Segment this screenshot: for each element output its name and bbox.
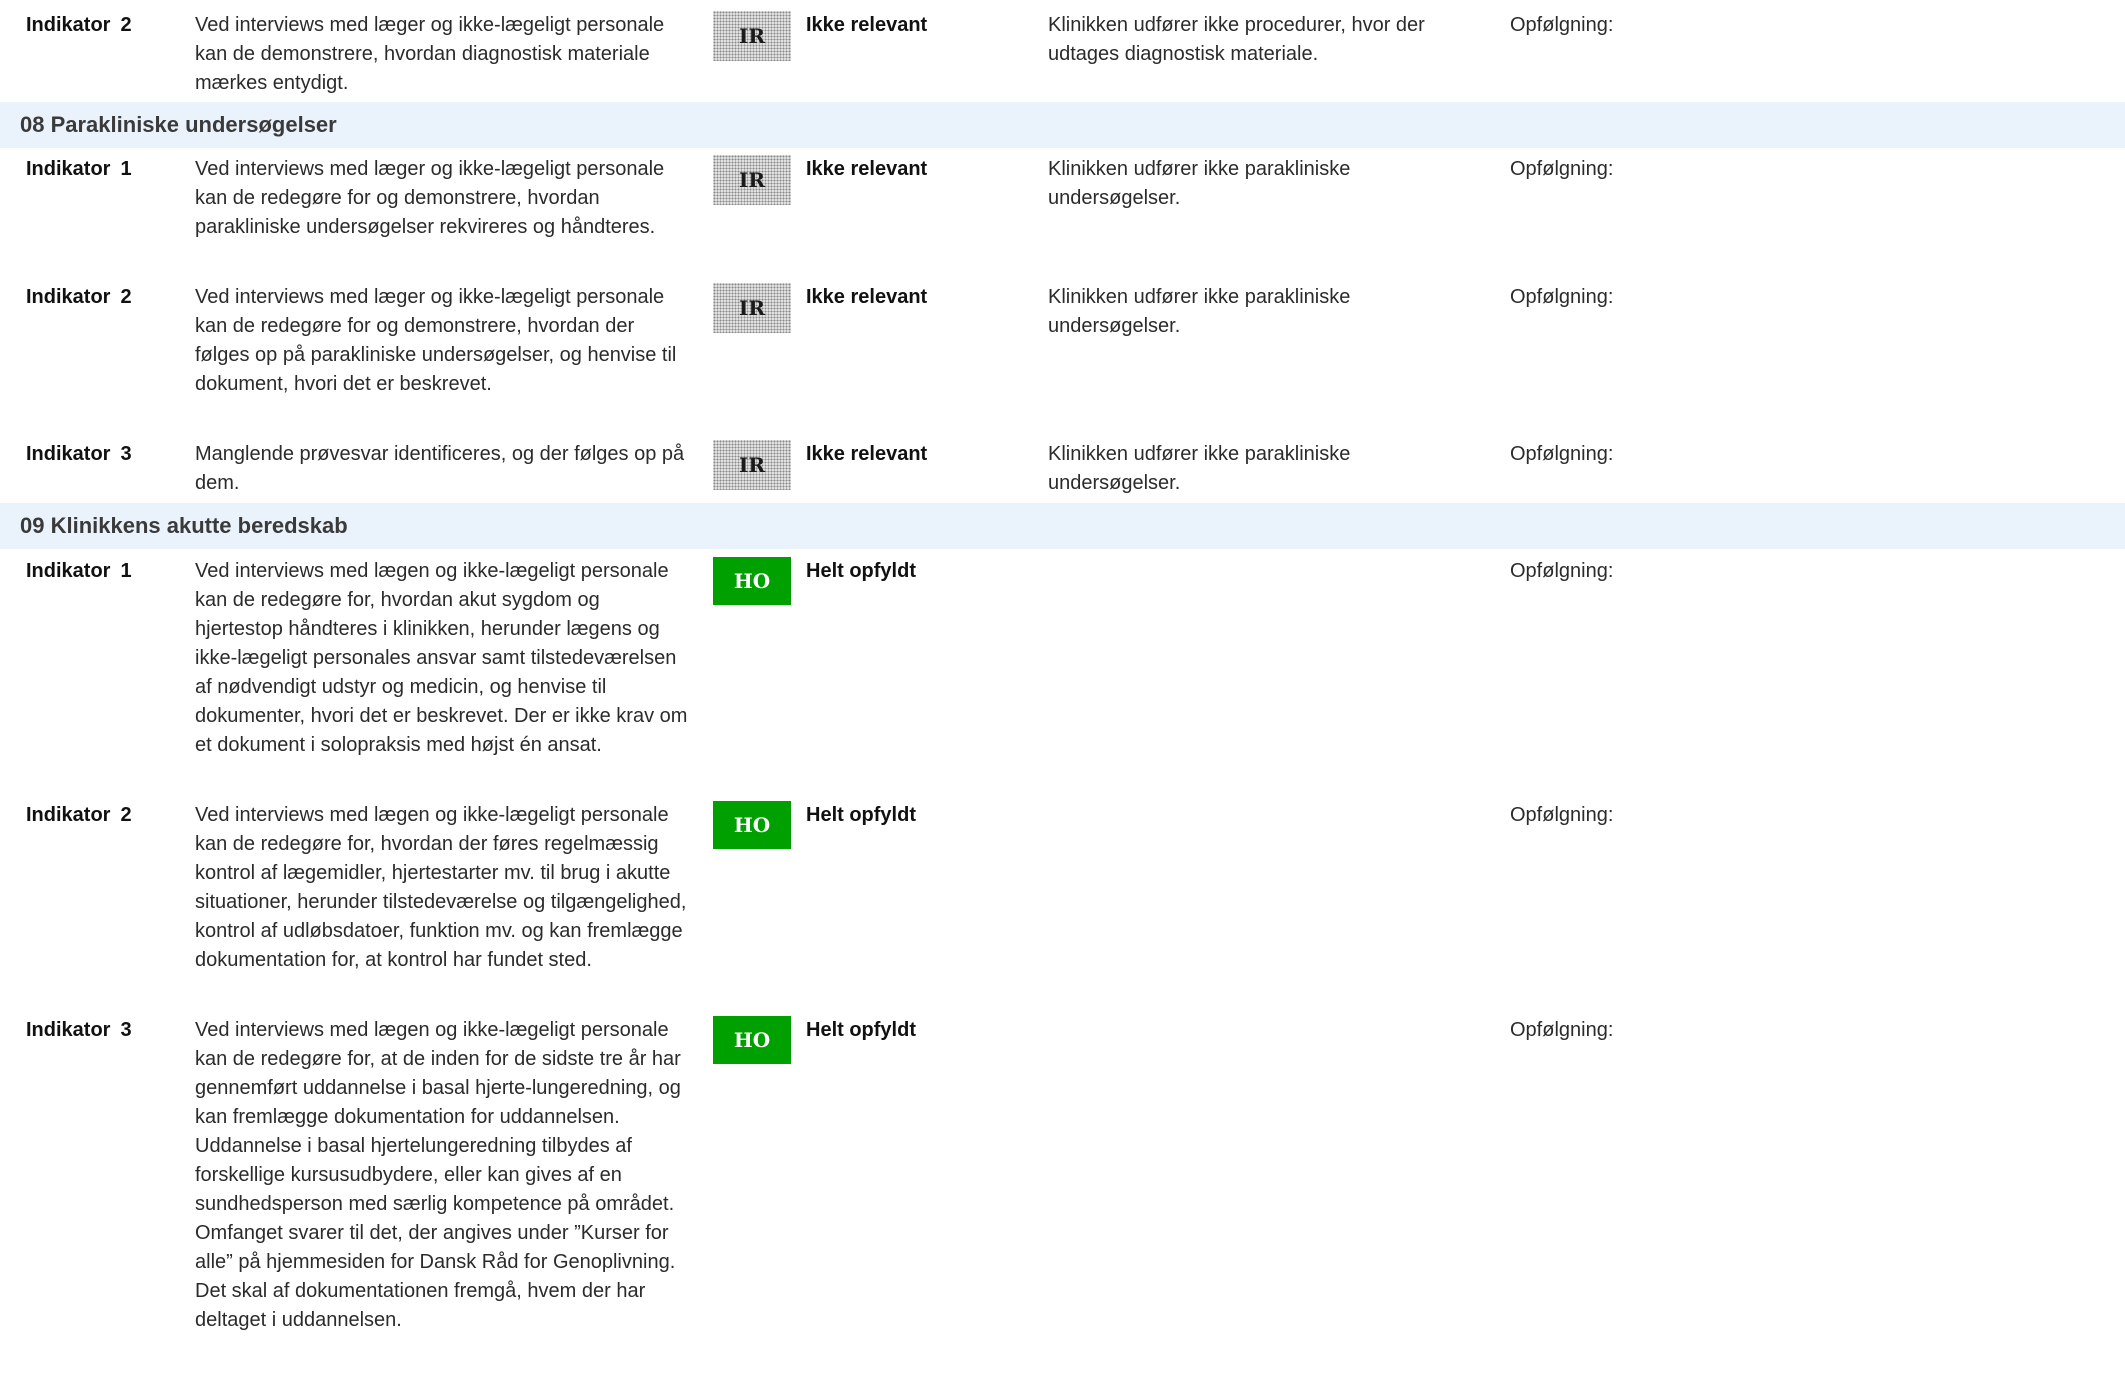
indicator-label: Indikator 2	[26, 14, 132, 36]
follow-up-label: Opfølgning:	[1510, 560, 1614, 582]
follow-up-label: Opfølgning:	[1510, 1019, 1614, 1041]
indicator-label: Indikator 2	[26, 286, 132, 308]
status-text: Helt opfyldt	[806, 804, 916, 826]
indicator-label: Indikator 3	[26, 1019, 132, 1041]
indicator-label: Indikator 1	[26, 158, 132, 180]
indicator-label: Indikator 2	[26, 804, 132, 826]
follow-up-label: Opfølgning:	[1510, 14, 1614, 36]
assessment-comment: Klinikken udfører ikke parakliniske unde…	[1048, 158, 1351, 209]
indicator-description: Manglende prøvesvar identificeres, og de…	[195, 443, 685, 494]
status-badge-ho: HO	[713, 1016, 791, 1064]
assessment-comment: Klinikken udfører ikke parakliniske unde…	[1048, 443, 1351, 494]
status-text: Helt opfyldt	[806, 1019, 916, 1041]
status-badge-ho: HO	[713, 801, 791, 849]
section-header: 08 Parakliniske undersøgelser	[0, 102, 2125, 148]
indicator-label: Indikator 1	[26, 560, 132, 582]
section-header: 09 Klinikkens akutte beredskab	[0, 503, 2125, 549]
indicator-description: Ved interviews med lægen og ikke-lægelig…	[195, 804, 687, 971]
indicator-description: Ved interviews med lægen og ikke-lægelig…	[195, 560, 688, 756]
indicator-description: Ved interviews med læger og ikke-lægelig…	[195, 158, 665, 238]
status-text: Ikke relevant	[806, 158, 928, 180]
indicator-description: Ved interviews med læger og ikke-lægelig…	[195, 286, 677, 395]
status-badge-ir: IR	[713, 283, 791, 333]
indicator-description: Ved interviews med lægen og ikke-lægelig…	[195, 1019, 681, 1331]
follow-up-label: Opfølgning:	[1510, 158, 1614, 180]
status-badge-ir: IR	[713, 440, 791, 490]
follow-up-label: Opfølgning:	[1510, 804, 1614, 826]
indicator-description: Ved interviews med læger og ikke-lægelig…	[195, 14, 665, 94]
assessment-comment: Klinikken udfører ikke parakliniske unde…	[1048, 286, 1351, 337]
follow-up-label: Opfølgning:	[1510, 443, 1614, 465]
status-text: Ikke relevant	[806, 286, 928, 308]
status-badge-ho: HO	[713, 557, 791, 605]
status-badge-ir: IR	[713, 155, 791, 205]
status-text: Ikke relevant	[806, 14, 928, 36]
follow-up-label: Opfølgning:	[1510, 286, 1614, 308]
status-badge-ir: IR	[713, 11, 791, 61]
assessment-comment: Klinikken udfører ikke procedurer, hvor …	[1048, 14, 1425, 65]
indicator-label: Indikator 3	[26, 443, 132, 465]
accreditation-report-page: Indikator 2 Ved interviews med læger og i…	[0, 0, 2125, 1388]
status-text: Ikke relevant	[806, 443, 928, 465]
status-text: Helt opfyldt	[806, 560, 916, 582]
